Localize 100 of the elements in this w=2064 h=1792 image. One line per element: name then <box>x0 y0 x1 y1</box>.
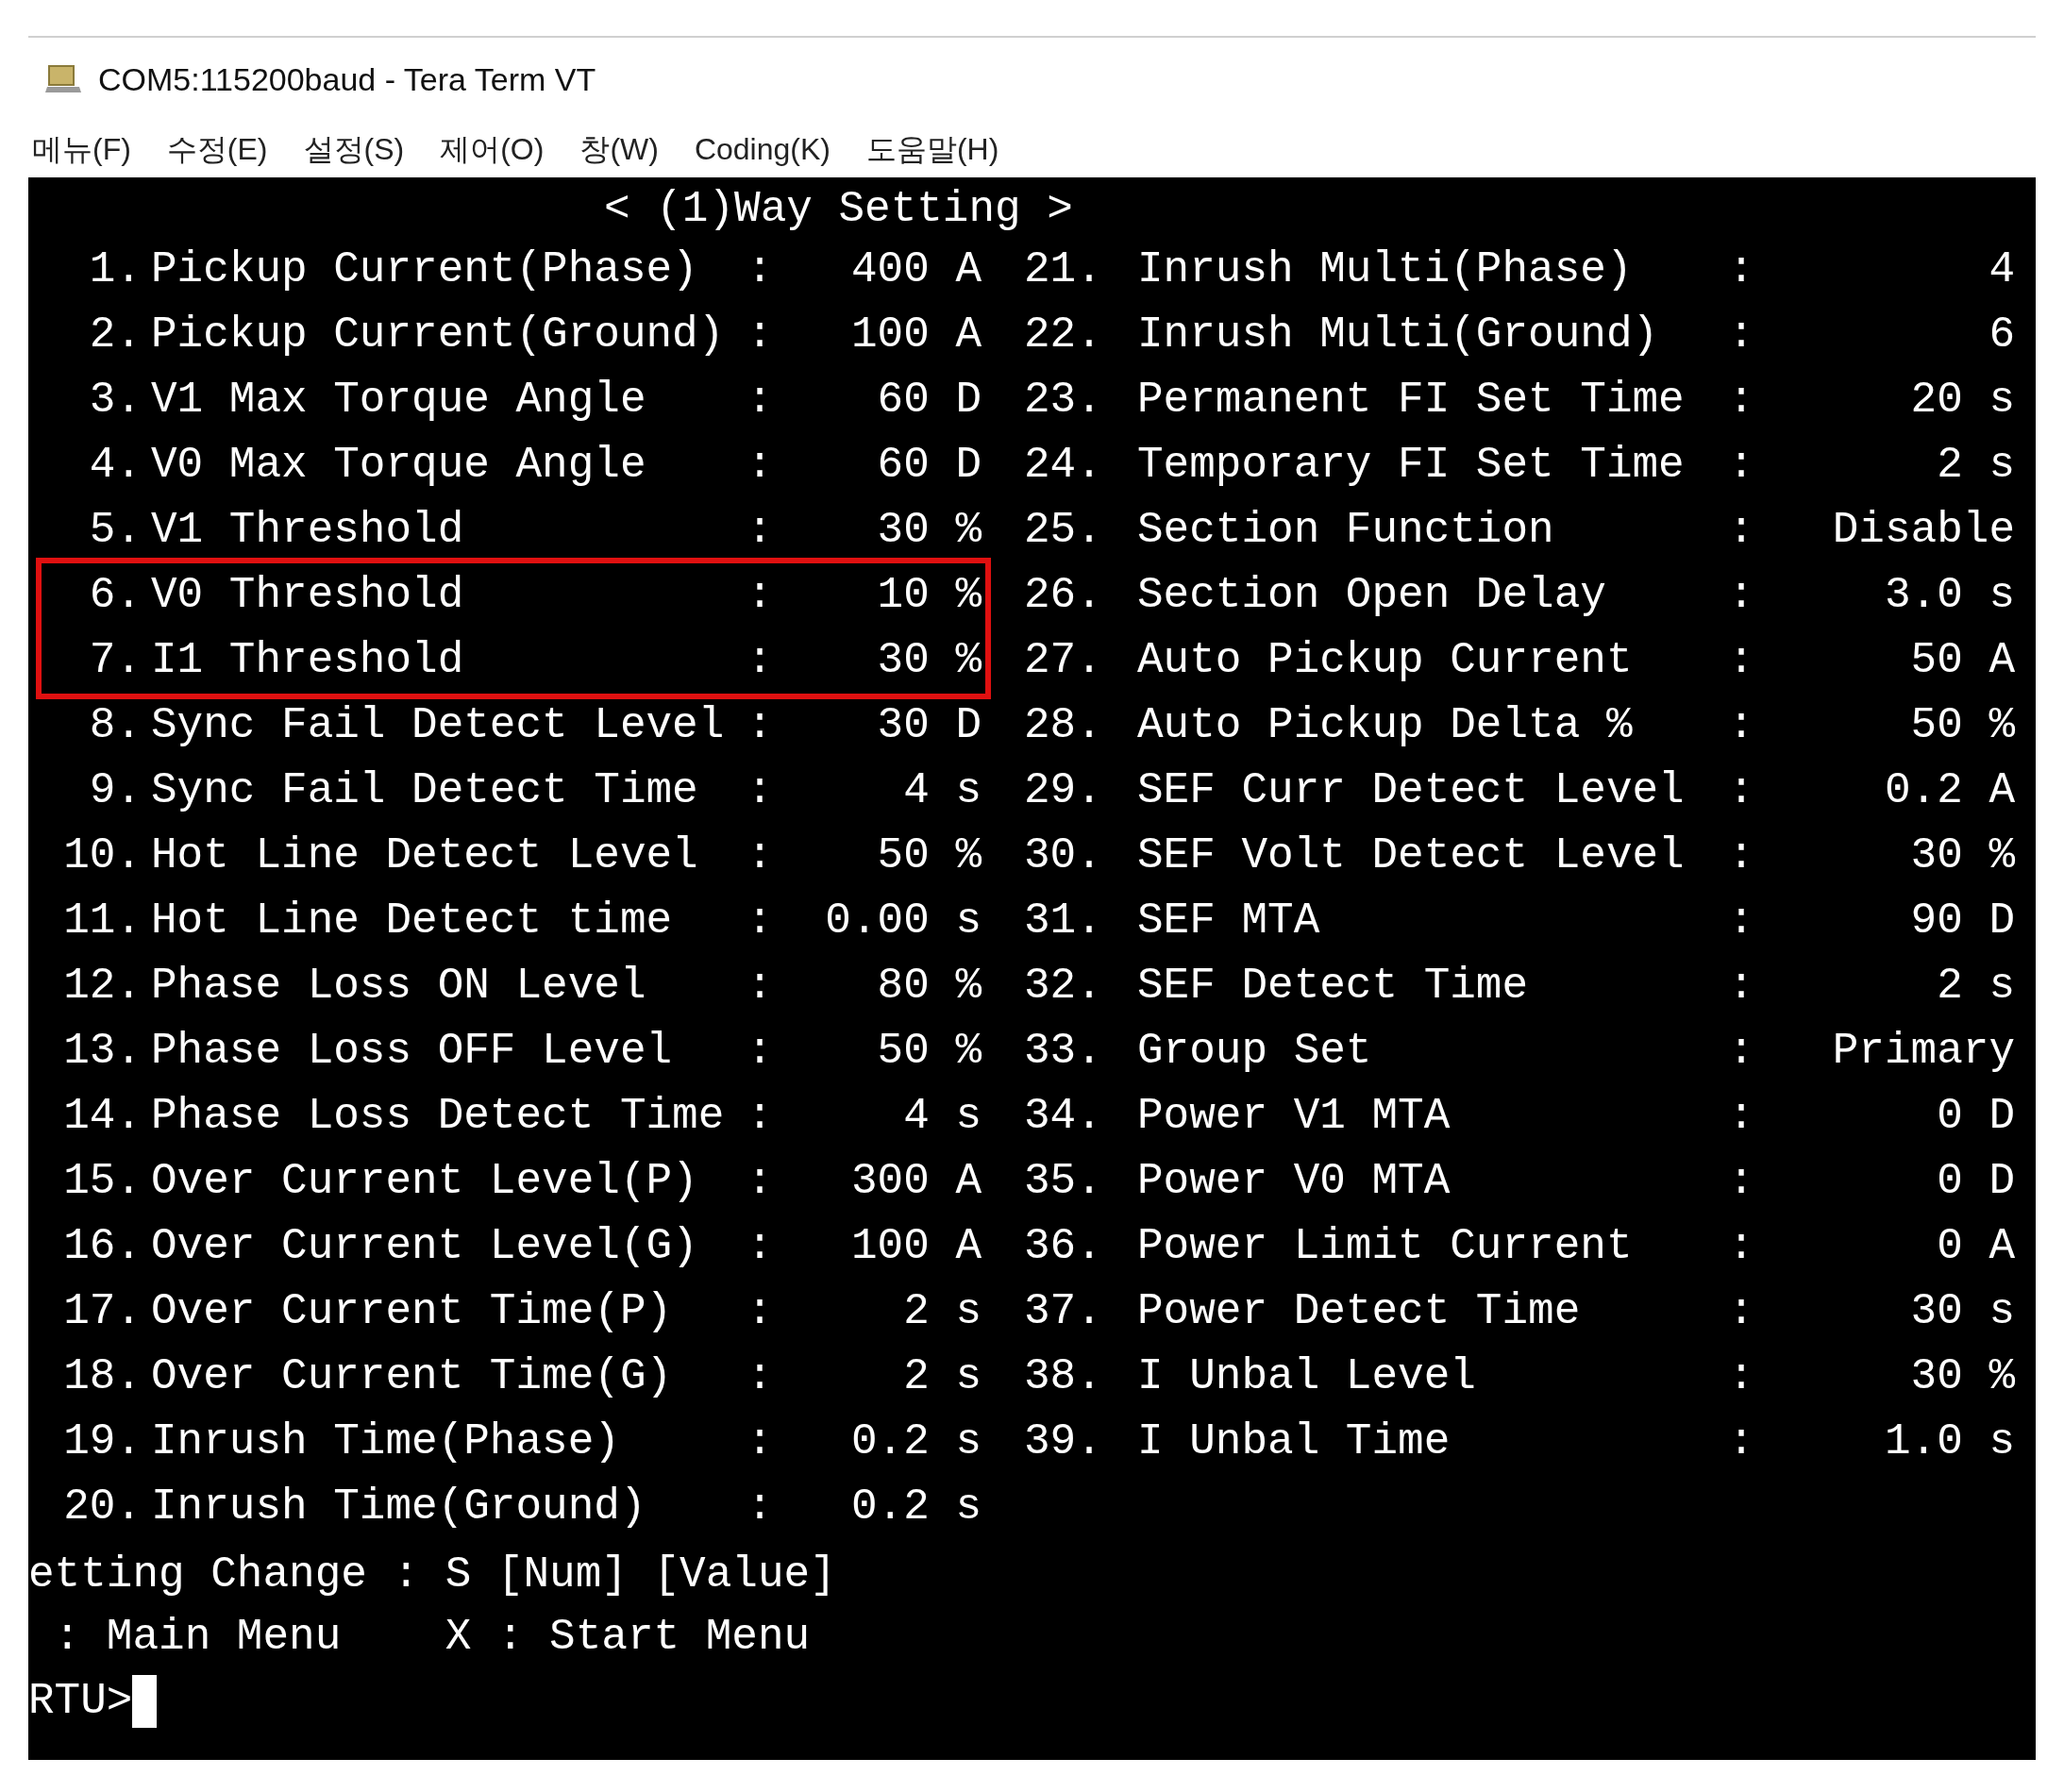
colon: : <box>746 1482 774 1533</box>
setting-label: Hot Line Detect time <box>151 896 674 947</box>
setting-number: 34. <box>1024 1091 1099 1143</box>
setting-label: Over Current Time(P) <box>151 1286 674 1338</box>
setting-label: SEF Volt Detect Level <box>1137 830 1686 882</box>
window-title: COM5:115200baud - Tera Term VT <box>98 59 596 99</box>
menu-item[interactable]: 창(W) <box>579 126 659 173</box>
colon: : <box>746 700 774 752</box>
setting-label: Pickup Current(Phase) <box>151 244 699 296</box>
colon: : <box>1727 440 1755 492</box>
colon: : <box>1727 1221 1755 1273</box>
setting-value: 50 A <box>1909 635 2015 687</box>
setting-value: 50 % <box>876 830 982 882</box>
setting-value: 0 D <box>1936 1156 2015 1208</box>
setting-number: 13. <box>62 1026 142 1078</box>
setting-value: Primary <box>1831 1026 2015 1078</box>
colon: : <box>746 765 774 817</box>
colon: : <box>746 1286 774 1338</box>
setting-label: Permanent FI Set Time <box>1137 375 1686 427</box>
setting-number: 19. <box>62 1416 142 1468</box>
menu-item[interactable]: 메뉴(F) <box>32 126 131 173</box>
menu-item[interactable]: Coding(K) <box>694 126 831 173</box>
setting-number: 12. <box>62 961 142 1013</box>
setting-label: Pickup Current(Ground) <box>151 310 726 361</box>
setting-number: 37. <box>1024 1286 1099 1338</box>
colon: : <box>746 1351 774 1403</box>
setting-label: I Unbal Level <box>1137 1351 1477 1403</box>
colon: : <box>1727 1156 1755 1208</box>
setting-number: 10. <box>62 830 142 882</box>
setting-number: 11. <box>62 896 142 947</box>
colon: : <box>746 505 774 557</box>
colon: : <box>1727 505 1755 557</box>
setting-value: 400 A <box>849 244 982 296</box>
colon: : <box>1727 244 1755 296</box>
setting-value: 0 A <box>1936 1221 2015 1273</box>
setting-value: 100 A <box>849 310 982 361</box>
menu-item[interactable]: 도움말(H) <box>865 126 999 173</box>
setting-label: SEF Curr Detect Level <box>1137 765 1686 817</box>
setting-value: 300 A <box>849 1156 982 1208</box>
setting-number: 16. <box>62 1221 142 1273</box>
setting-label: Inrush Multi(Phase) <box>1137 244 1634 296</box>
colon: : <box>1727 765 1755 817</box>
setting-number: 26. <box>1024 570 1099 622</box>
setting-value: 30 D <box>876 700 982 752</box>
colon: : <box>746 244 774 296</box>
colon: : <box>1727 310 1755 361</box>
setting-label: Phase Loss Detect Time <box>151 1091 726 1143</box>
setting-number: 29. <box>1024 765 1099 817</box>
setting-label: I Unbal Time <box>1137 1416 1452 1468</box>
setting-number: 28. <box>1024 700 1099 752</box>
setting-label: Phase Loss OFF Level <box>151 1026 674 1078</box>
colon: : <box>746 896 774 947</box>
colon: : <box>746 830 774 882</box>
setting-value: 100 A <box>849 1221 982 1273</box>
setting-value: 60 D <box>876 375 982 427</box>
setting-value: 50 % <box>876 1026 982 1078</box>
setting-number: 23. <box>1024 375 1099 427</box>
colon: : <box>1727 1286 1755 1338</box>
menu-item[interactable]: 설정(S) <box>303 126 405 173</box>
setting-value: 0.2 s <box>849 1416 982 1468</box>
setting-label: Temporary FI Set Time <box>1137 440 1686 492</box>
setting-number: 15. <box>62 1156 142 1208</box>
terminal-line: etting Change : S [Num] [Value] <box>28 1549 836 1601</box>
setting-number: 31. <box>1024 896 1099 947</box>
setting-label: Auto Pickup Delta % <box>1137 700 1634 752</box>
setting-value: 4 s <box>902 1091 982 1143</box>
setting-label: Group Set <box>1137 1026 1373 1078</box>
setting-value: 50 % <box>1909 700 2015 752</box>
setting-value: 60 D <box>876 440 982 492</box>
setting-number: 4. <box>88 440 142 492</box>
setting-value: 3.0 s <box>1883 570 2015 622</box>
setting-label: V1 Threshold <box>151 505 465 557</box>
setting-value: 0.2 s <box>849 1482 982 1533</box>
menu-item[interactable]: 수정(E) <box>166 126 268 173</box>
colon: : <box>1727 830 1755 882</box>
setting-label: Sync Fail Detect Time <box>151 765 699 817</box>
colon: : <box>1727 961 1755 1013</box>
setting-value: 20 s <box>1909 375 2015 427</box>
setting-number: 36. <box>1024 1221 1099 1273</box>
screen-heading: < (1)Way Setting > <box>603 184 1073 236</box>
prompt: RTU> <box>28 1675 133 1728</box>
setting-value: Disable <box>1831 505 2015 557</box>
setting-value: 80 % <box>876 961 982 1013</box>
setting-label: Auto Pickup Current <box>1137 635 1634 687</box>
setting-label: Power V0 MTA <box>1137 1156 1452 1208</box>
colon: : <box>746 1156 774 1208</box>
setting-value: 2 s <box>902 1351 982 1403</box>
menu-item[interactable]: 제어(O) <box>440 126 545 173</box>
setting-number: 9. <box>88 765 142 817</box>
setting-label: Sync Fail Detect Level <box>151 700 726 752</box>
colon: : <box>746 1091 774 1143</box>
colon: : <box>1727 570 1755 622</box>
setting-label: Inrush Time(Phase) <box>151 1416 621 1468</box>
setting-label: SEF Detect Time <box>1137 961 1530 1013</box>
setting-value: 30 % <box>1909 1351 2015 1403</box>
colon: : <box>1727 635 1755 687</box>
setting-label: Power Detect Time <box>1137 1286 1582 1338</box>
setting-value: 0.00 s <box>824 896 982 947</box>
setting-number: 38. <box>1024 1351 1099 1403</box>
colon: : <box>746 440 774 492</box>
